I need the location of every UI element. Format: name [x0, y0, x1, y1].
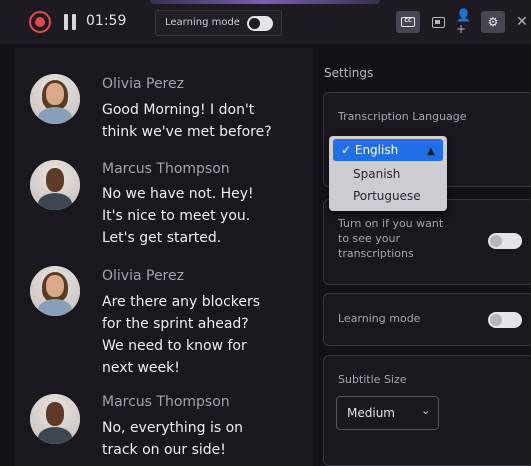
language-option-spanish[interactable]: Spanish: [329, 163, 447, 185]
learning-mode-card: Learning mode: [323, 293, 531, 346]
message-sender-name: Marcus Thompson: [102, 394, 230, 410]
top-accent-bar: [150, 0, 380, 4]
transcription-toggle-card: Turn on if you want to see your transcri…: [323, 199, 531, 285]
subtitle-size-label: Subtitle Size: [338, 373, 407, 386]
top-bar: 01:59 Learning mode CC 👤+ ⚙ ✕: [0, 0, 531, 44]
subtitle-size-value: Medium: [347, 406, 395, 420]
settings-icon[interactable]: ⚙: [481, 11, 505, 33]
message-text: Good Morning! I don't think we've met be…: [102, 102, 272, 140]
message-text: No we have not. Hey! It's nice to meet y…: [102, 186, 254, 246]
settings-title: Settings: [324, 66, 374, 80]
window-icon[interactable]: [429, 13, 447, 31]
transcription-language-dropdown[interactable]: ✓ English ▲ Spanish Portuguese: [329, 136, 447, 211]
transcription-language-label: Transcription Language: [338, 110, 467, 123]
captions-icon[interactable]: CC: [396, 11, 420, 33]
subtitle-size-select[interactable]: Medium ⌄: [336, 396, 439, 430]
language-option-portuguese[interactable]: Portuguese: [329, 185, 447, 207]
learning-mode-toggle-pill[interactable]: Learning mode: [155, 10, 282, 36]
message-sender-name: Marcus Thompson: [102, 161, 230, 177]
record-icon[interactable]: [29, 11, 51, 33]
cursor-icon: ▲: [427, 146, 435, 157]
message-text: Are there any blockers for the sprint ah…: [102, 294, 261, 376]
olivia-avatar: [30, 266, 80, 316]
message-sender-name: Olivia Perez: [102, 76, 184, 92]
pause-icon[interactable]: [63, 14, 77, 30]
chevron-down-icon: ⌄: [421, 404, 431, 417]
message-text: No, everything is on track on our side!: [102, 420, 244, 458]
transcription-toggle-description: Turn on if you want to see your transcri…: [338, 217, 444, 260]
learning-mode-switch[interactable]: [247, 16, 273, 31]
learning-mode-setting-label: Learning mode: [338, 312, 421, 325]
learning-mode-label: Learning mode: [165, 17, 240, 28]
learning-mode-setting-switch[interactable]: [488, 312, 522, 328]
add-user-icon[interactable]: 👤+: [456, 8, 474, 36]
call-timer: 01:59: [86, 13, 127, 29]
marcus-avatar: [30, 160, 80, 210]
message-sender-name: Olivia Perez: [102, 268, 184, 284]
transcription-toggle-switch[interactable]: [488, 233, 522, 249]
marcus-avatar: [30, 394, 80, 444]
close-icon[interactable]: ✕: [513, 13, 531, 31]
olivia-avatar: [30, 74, 80, 124]
